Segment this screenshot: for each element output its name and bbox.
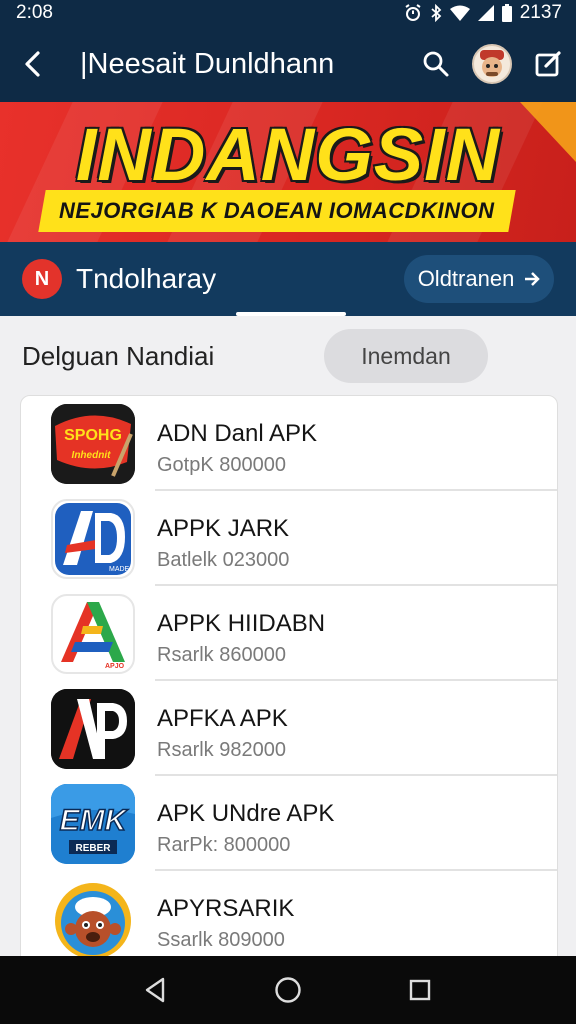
app-name: ADN Danl APK [157,420,318,447]
status-icons: 2137 [404,2,562,24]
app-meta: Rsarlk 982000 [157,739,286,761]
battery-icon [501,4,512,22]
banner-title: INDANGSIN [75,113,501,196]
channel-bar: N Tndolharay Oldtranen [0,242,576,316]
avatar-button[interactable] [464,26,520,102]
svg-text:MADE: MADE [109,566,130,573]
app-name: APFKA APK [157,705,288,732]
nav-back-button[interactable] [126,960,186,1020]
banner-subtitle: NEJORGIAB K DAOEAN IOMACDKINON [59,198,495,223]
banner-strip: NEJORGIAB K DAOEAN IOMACDKINON [38,190,516,232]
list-item[interactable]: SPOHG Inhednit ADN Danl APK GotpK 800000 [21,396,557,491]
back-button[interactable] [0,26,64,102]
svg-text:APJO: APJO [105,663,125,670]
mascot-app-icon [51,879,135,959]
app-bar: |Neesait Dunldhann [0,26,576,102]
list-item[interactable]: APJO APPK HIIDABN Rsarlk 860000 [21,586,557,681]
spohg-app-icon: SPOHG Inhednit [51,403,135,484]
ap-black-app-icon [51,688,135,769]
list-item[interactable]: APYRSARIK Ssarlk 809000 [21,871,557,966]
app-name: APPK HIIDABN [157,610,326,637]
app-name: APPK JARK [157,515,290,542]
status-clock-right: 2137 [519,2,562,23]
channel-logo-icon: N [22,259,62,299]
app-meta: Rsarlk 860000 [157,644,286,666]
spohg-icon-text: SPOHG [64,427,122,444]
channel-logo-letter: N [34,267,50,290]
svg-text:Inhednit: Inhednit [72,450,112,461]
nav-home-button[interactable] [258,960,318,1020]
search-button[interactable] [408,26,464,102]
nav-recents-button[interactable] [390,960,450,1020]
app-name: APK UNdre APK [157,800,335,827]
app-meta: Batlelk 023000 [157,549,290,571]
emk-app-icon: EMK REBER [51,783,135,864]
status-time: 2:08 [16,2,53,23]
alarm-icon [404,4,422,22]
system-nav-bar [0,956,576,1024]
bluetooth-icon [430,4,442,22]
channel-name: Tndolharay [76,263,217,294]
nav-recents-icon [409,979,431,1001]
promo-banner[interactable]: INDANGSIN NEJORGIAB K DAOEAN IOMACDKINON [0,102,576,242]
avatar [472,44,512,84]
app-meta: GotpK 800000 [157,454,286,476]
emk-icon-text: EMK [60,804,129,837]
section-chip[interactable]: Inemdan [324,329,488,383]
list-item[interactable]: APFKA APK Rsarlk 982000 [21,681,557,776]
edit-button[interactable] [520,26,576,102]
wifi-icon [449,5,470,21]
arrow-right-icon [525,272,541,286]
signal-icon [477,5,494,21]
app-meta: Ssarlk 809000 [157,929,285,951]
status-bar: 2:08 2137 [0,0,576,26]
a-green-app-icon: APJO [51,593,135,674]
page-title: |Neesait Dunldhann [80,47,335,80]
channel-action-button[interactable]: Oldtranen [404,255,554,303]
search-icon [423,51,449,77]
section-title: Delguan Nandiai [22,340,215,371]
app-name: APYRSARIK [157,895,295,922]
list-item[interactable]: EMK REBER APK UNdre APK RarPk: 800000 [21,776,557,871]
app-meta: RarPk: 800000 [157,834,291,856]
svg-text:REBER: REBER [75,843,111,854]
back-arrow-icon [25,51,40,77]
ap-blue-app-icon: MADE [51,498,135,579]
nav-home-icon [275,977,301,1003]
app-list: SPOHG Inhednit ADN Danl APK GotpK 800000 … [20,395,558,975]
mascot-avatar-icon [480,50,504,77]
section-header: Delguan Nandiai Inemdan [0,316,576,396]
list-item[interactable]: MADE APPK JARK Batlelk 023000 [21,491,557,586]
channel-action-label: Oldtranen [417,266,515,291]
edit-icon [535,51,561,77]
nav-back-icon [145,977,165,1003]
